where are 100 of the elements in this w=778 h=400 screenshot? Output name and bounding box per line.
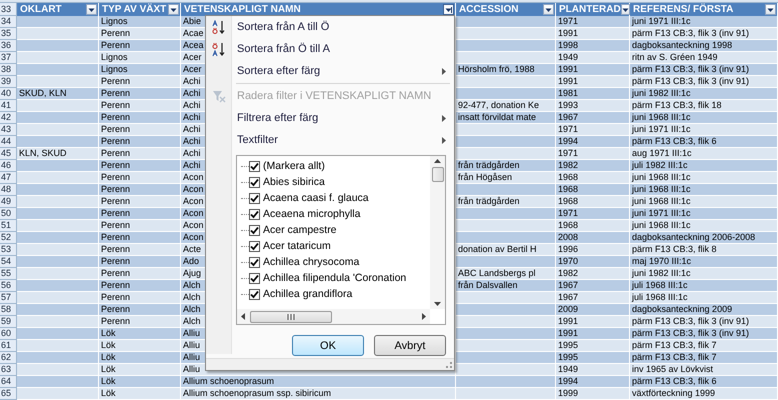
checkbox[interactable]: [249, 160, 260, 172]
caret-icon: [88, 6, 95, 12]
table-cell: Perenn: [99, 292, 181, 304]
table-cell: dagboksanteckning 1998: [630, 40, 778, 52]
scroll-thumb[interactable]: [432, 167, 444, 182]
table-cell: pärm F13 CB:3, flik 3 (inv 91): [630, 64, 778, 76]
cancel-button[interactable]: Avbryt: [374, 335, 446, 356]
table-cell: växtförteckning 1999: [630, 388, 778, 400]
table-cell: Perenn: [99, 268, 181, 280]
filter-dropdown-button[interactable]: [86, 4, 97, 15]
checkbox[interactable]: [249, 224, 260, 236]
table-cell: Perenn: [99, 148, 181, 160]
table-cell: Perenn: [99, 232, 181, 244]
table-cell: insatt förvildat mate: [456, 112, 556, 124]
table-cell: juni 1971 III:1c: [630, 208, 778, 220]
filter-dropdown-button[interactable]: [168, 4, 179, 15]
checklist-label: Achillea chrysocoma: [263, 256, 360, 268]
row-number: 36: [0, 40, 17, 52]
vertical-scrollbar[interactable]: [430, 156, 445, 309]
table-cell: pärm F13 CB:3, flik 3 (inv 91): [630, 28, 778, 40]
row-number: 51: [0, 220, 17, 232]
row-number: 57: [0, 292, 17, 304]
row-number: 42: [0, 112, 17, 124]
table-cell: Lignos: [99, 16, 181, 28]
table-cell: donation av Bertil H: [456, 244, 556, 256]
row-number: 64: [0, 376, 17, 388]
scroll-right-arrow-icon[interactable]: [422, 313, 426, 320]
table-cell: Perenn: [99, 40, 181, 52]
submenu-arrow-icon: [442, 68, 446, 74]
table-cell: juni 1968 III:1c: [630, 184, 778, 196]
table-cell: 1982: [556, 160, 630, 172]
checkbox[interactable]: [249, 208, 260, 220]
grip-icon: [287, 314, 295, 320]
table-cell: Perenn: [99, 76, 181, 88]
row-number: 52: [0, 232, 17, 244]
checkbox[interactable]: [249, 288, 260, 300]
table-cell: 1970: [556, 256, 630, 268]
scroll-left-arrow-icon[interactable]: [241, 313, 245, 320]
table-cell: juni 1968 III:1c: [630, 172, 778, 184]
table-cell: från Högåsen: [456, 172, 556, 184]
row-number: 55: [0, 268, 17, 280]
table-cell: 92-477, donation Ke: [456, 100, 556, 112]
checkbox[interactable]: [249, 272, 260, 284]
row-number: 59: [0, 316, 17, 328]
table-cell: 1998: [556, 40, 630, 52]
table-cell: 1949: [556, 364, 630, 376]
sort-icon: [212, 42, 226, 56]
table-cell: 1971: [556, 148, 630, 160]
table-cell: Perenn: [99, 172, 181, 184]
table-cell: 1967: [556, 292, 630, 304]
submenu-arrow-icon: [442, 114, 446, 122]
table-cell: Lök: [99, 328, 181, 340]
row-number: 63: [0, 364, 17, 376]
table-cell: 1949: [556, 52, 630, 64]
table-cell: Perenn: [99, 100, 181, 112]
table-cell: Perenn: [99, 220, 181, 232]
table-cell: Lök: [99, 352, 181, 364]
submenu-arrow-icon: [442, 136, 446, 144]
table-cell: 1968: [556, 196, 630, 208]
filter-dropdown-button[interactable]: [765, 4, 776, 15]
table-cell: Lök: [99, 388, 181, 400]
table-cell: 1982: [556, 268, 630, 280]
row-number: 47: [0, 172, 17, 184]
filter-dropdown-button[interactable]: [443, 4, 454, 15]
table-cell: aug 1971 III:1c: [630, 148, 778, 160]
table-cell: pärm F13 CB:3, flik 6: [630, 136, 778, 148]
table-cell: 1991: [556, 28, 630, 40]
column-header-label: PLANTERAD: [559, 4, 621, 15]
table-cell: Perenn: [99, 208, 181, 220]
row-number: 37: [0, 52, 17, 64]
ok-button[interactable]: OK: [292, 335, 364, 356]
scroll-down-arrow-icon[interactable]: [434, 302, 441, 306]
table-cell: juli 1968 III:1c: [630, 292, 778, 304]
resize-grip-icon[interactable]: [445, 361, 452, 368]
sort-icon: [212, 20, 226, 34]
table-cell: 1971: [556, 16, 630, 28]
table-cell: 1991: [556, 64, 630, 76]
table-cell: 1996: [556, 244, 630, 256]
clear-filter-icon: [212, 90, 226, 102]
filter-dropdown-button[interactable]: [543, 4, 554, 15]
table-cell: 2008: [556, 232, 630, 244]
table-cell: 1991: [556, 76, 630, 88]
row-number: 40: [0, 88, 17, 100]
table-cell: Perenn: [99, 88, 181, 100]
checkbox[interactable]: [249, 192, 260, 204]
horizontal-scrollbar[interactable]: [237, 309, 430, 324]
table-cell: Perenn: [99, 244, 181, 256]
table-cell: Lök: [99, 364, 181, 376]
scroll-up-arrow-icon[interactable]: [434, 159, 441, 163]
checkbox[interactable]: [249, 176, 260, 188]
checkbox[interactable]: [249, 240, 260, 252]
table-cell: juni 1968 III:1c: [630, 196, 778, 208]
filter-dropdown-button[interactable]: [620, 4, 630, 15]
table-cell: maj 1970 III:1c: [630, 256, 778, 268]
row-number: 44: [0, 136, 17, 148]
table-cell: Lignos: [99, 64, 181, 76]
table-cell: SKUD, KLN: [17, 88, 99, 100]
checkbox[interactable]: [249, 256, 260, 268]
row-number: 61: [0, 340, 17, 352]
table-cell: pärm F13 CB:3, flik 6: [630, 376, 778, 388]
